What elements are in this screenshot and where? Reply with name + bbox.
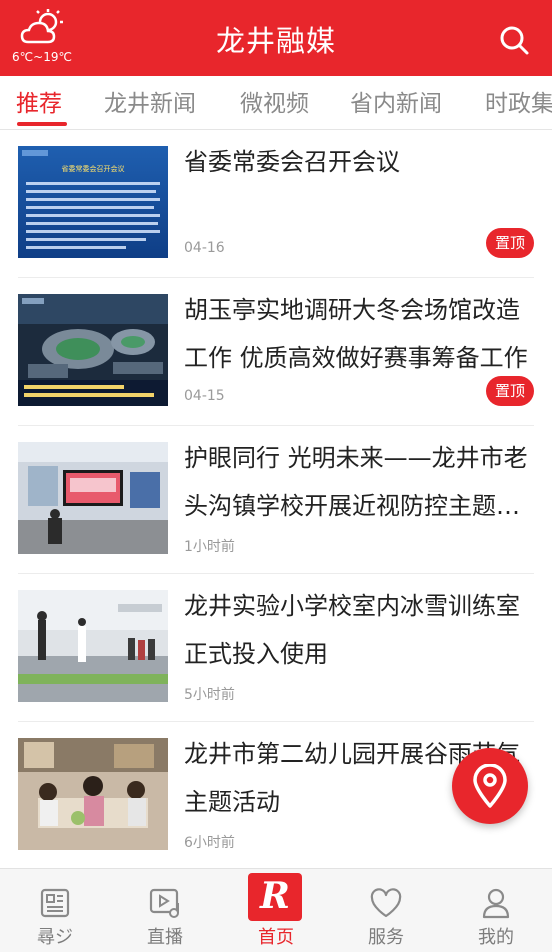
- home-logo-icon: R: [248, 873, 302, 921]
- user-icon: [482, 888, 510, 919]
- tab-province-news[interactable]: 省内新闻: [350, 84, 442, 118]
- nav-mine[interactable]: 我的: [441, 869, 551, 952]
- nav-service[interactable]: 服务: [331, 869, 441, 952]
- news-thumbnail: 省委常委会召开会议: [18, 146, 168, 258]
- nav-news[interactable]: 尋ジ: [0, 869, 110, 952]
- nav-label: 尋ジ: [37, 927, 73, 948]
- news-title: 护眼同行 光明未来——龙井市老头沟镇学校开展近视防控主题教育活动: [184, 444, 528, 520]
- nav-label: 首页: [258, 927, 294, 948]
- pinned-badge: 置顶: [485, 376, 534, 406]
- news-title: 省委常委会召开会议: [184, 148, 400, 176]
- live-video-icon: [149, 888, 179, 918]
- news-time: 04-15: [184, 388, 225, 404]
- tab-recommend[interactable]: 推荐: [16, 84, 62, 118]
- bottom-navigation: 尋ジ 直播 R 首页 服务 我的: [0, 868, 552, 952]
- news-item[interactable]: 省委常委会召开会议 省委常委会召开会议 04-16 置顶: [18, 130, 534, 278]
- news-item[interactable]: 护眼同行 光明未来——龙井市老头沟镇学校开展近视防控主题教育活动 1小时前: [18, 426, 534, 574]
- news-time: 1小时前: [184, 539, 235, 555]
- news-item[interactable]: 胡玉亭实地调研大冬会场馆改造工作 优质高效做好赛事筹备工作 04-15 置顶: [18, 278, 534, 426]
- svg-text:省委常委会召开会议: 省委常委会召开会议: [62, 164, 125, 173]
- news-thumbnail: [18, 738, 168, 850]
- news-thumbnail: [18, 294, 168, 406]
- tab-longjing-news[interactable]: 龙井新闻: [104, 84, 196, 118]
- news-time: 5小时前: [184, 687, 235, 703]
- news-icon: [40, 888, 70, 918]
- news-item[interactable]: 龙井实验小学校室内冰雪训练室正式投入使用 5小时前: [18, 574, 534, 722]
- news-thumbnail: [18, 442, 168, 554]
- news-thumbnail: [18, 590, 168, 702]
- news-title: 龙井实验小学校室内冰雪训练室正式投入使用: [184, 592, 520, 668]
- app-header: 6℃~19℃ 龙井融媒: [0, 0, 552, 76]
- category-tabs: 推荐 龙井新闻 微视频 省内新闻 时政集: [0, 76, 552, 130]
- nav-label: 直播: [147, 927, 183, 948]
- search-icon: [500, 26, 529, 55]
- app-title: 龙井融媒: [215, 24, 336, 58]
- heart-icon: [370, 888, 402, 918]
- active-tab-indicator: [17, 122, 67, 126]
- news-time: 6小时前: [184, 835, 235, 851]
- location-button[interactable]: [452, 748, 528, 824]
- news-title: 胡玉亭实地调研大冬会场馆改造工作 优质高效做好赛事筹备工作: [184, 296, 528, 372]
- tab-micro-video[interactable]: 微视频: [240, 84, 309, 118]
- location-pin-icon: [473, 764, 507, 808]
- news-time: 04-16: [184, 240, 225, 256]
- search-button[interactable]: [498, 24, 530, 56]
- nav-label: 我的: [478, 927, 514, 948]
- nav-home[interactable]: R 首页: [221, 869, 331, 952]
- nav-live[interactable]: 直播: [110, 869, 220, 952]
- tab-politics[interactable]: 时政集: [485, 84, 552, 118]
- pinned-badge: 置顶: [485, 228, 534, 258]
- nav-label: 服务: [368, 927, 404, 948]
